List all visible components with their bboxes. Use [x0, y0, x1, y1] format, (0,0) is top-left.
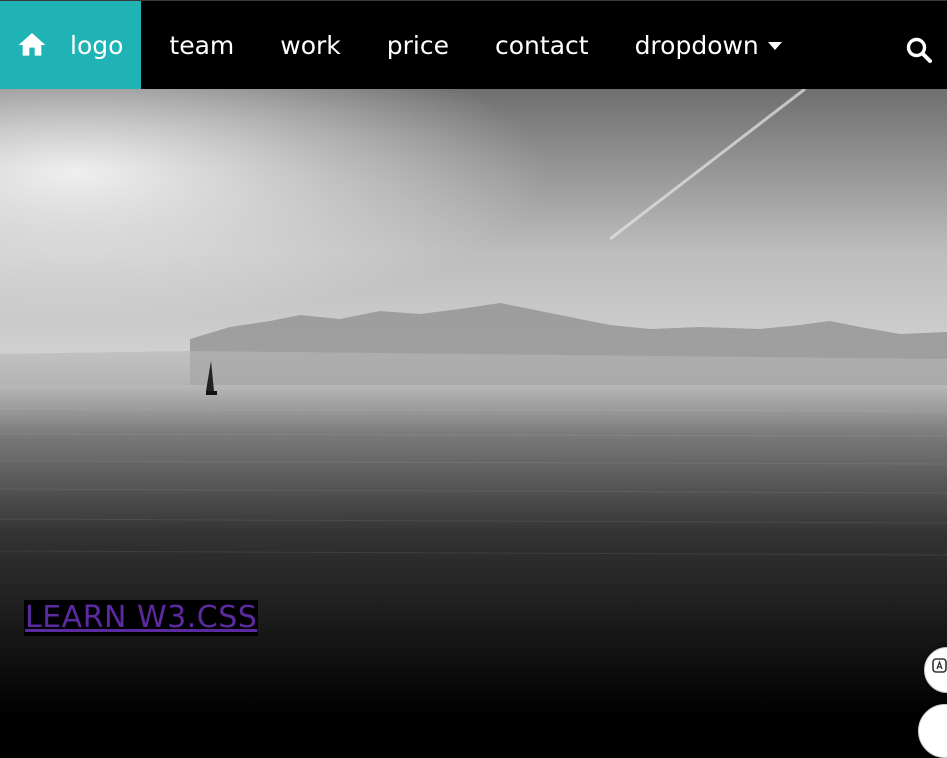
- home-logo-link[interactable]: logo: [0, 1, 142, 89]
- home-icon: [16, 29, 48, 61]
- learn-w3css-link[interactable]: LEARN W3.CSS: [24, 600, 259, 636]
- nav-item-contact[interactable]: contact: [472, 1, 612, 89]
- search-icon: [905, 36, 933, 64]
- search-button[interactable]: [905, 36, 933, 64]
- nav-item-work[interactable]: work: [257, 1, 364, 89]
- logo-label: logo: [70, 30, 124, 60]
- hero-banner: LEARN W3.CSS: [0, 89, 947, 716]
- dropdown-label: dropdown: [634, 30, 759, 60]
- nav-item-dropdown[interactable]: dropdown: [612, 1, 805, 89]
- nav-item-price[interactable]: price: [364, 1, 472, 89]
- caret-down-icon: [767, 42, 782, 50]
- translate-icon: [932, 658, 947, 673]
- top-navbar: logo team work price contact dropdown: [0, 0, 947, 89]
- nav-item-team[interactable]: team: [141, 1, 257, 89]
